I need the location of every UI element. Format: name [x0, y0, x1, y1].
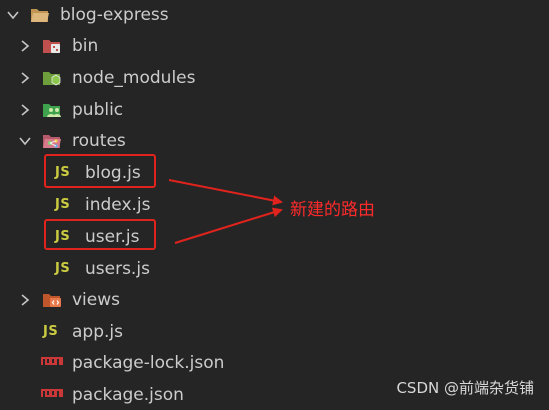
node-folder-icon	[43, 72, 61, 86]
tree-item-label: views	[72, 290, 121, 310]
chevron-right-icon[interactable]	[18, 103, 32, 117]
chevron-right-icon[interactable]	[18, 293, 32, 307]
js-file-icon: JS	[55, 197, 71, 212]
chevron-down-icon[interactable]	[6, 8, 20, 22]
tree-item-label: app.js	[72, 322, 123, 342]
folder-routes[interactable]: routes	[0, 126, 549, 156]
chevron-right-icon[interactable]	[18, 39, 32, 53]
tree-item-label: users.js	[85, 259, 150, 279]
folder-bin[interactable]: bin	[0, 31, 549, 61]
tree-item-label: routes	[72, 131, 126, 151]
tree-item-label: blog-express	[60, 5, 169, 25]
file-users-js[interactable]: JS users.js	[0, 254, 549, 284]
highlight-box-blog-js	[44, 154, 156, 188]
folder-public[interactable]: public	[0, 95, 549, 125]
watermark: CSDN @前端杂货铺	[396, 379, 534, 397]
js-file-icon: JS	[55, 261, 71, 276]
annotation-label: 新建的路由	[290, 200, 375, 220]
tree-item-label: package-lock.json	[72, 353, 225, 373]
js-file-icon: JS	[43, 324, 59, 339]
routes-folder-icon	[43, 135, 61, 148]
chevron-right-icon[interactable]	[18, 71, 32, 85]
npm-icon	[41, 389, 63, 397]
views-folder-icon	[43, 294, 61, 307]
tree-item-label: public	[72, 100, 124, 120]
file-explorer-tree: blog-express bin node_modules public rou…	[0, 0, 549, 410]
folder-blog-express[interactable]: blog-express	[0, 0, 549, 30]
tree-item-label: index.js	[85, 195, 151, 215]
tree-item-label: package.json	[72, 385, 184, 405]
bin-folder-icon	[43, 40, 60, 53]
folder-open-icon	[31, 9, 49, 22]
tree-item-label: node_modules	[72, 68, 196, 88]
tree-item-label: bin	[72, 36, 99, 56]
file-package-lock-json[interactable]: package-lock.json	[0, 348, 549, 378]
public-folder-icon	[43, 104, 61, 117]
highlight-box-user-js	[44, 219, 156, 250]
file-index-js[interactable]: JS index.js	[0, 190, 549, 220]
npm-icon	[41, 357, 63, 365]
folder-node-modules[interactable]: node_modules	[0, 63, 549, 93]
folder-views[interactable]: views	[0, 285, 549, 315]
chevron-down-icon[interactable]	[18, 134, 32, 148]
file-app-js[interactable]: JS app.js	[0, 317, 549, 347]
